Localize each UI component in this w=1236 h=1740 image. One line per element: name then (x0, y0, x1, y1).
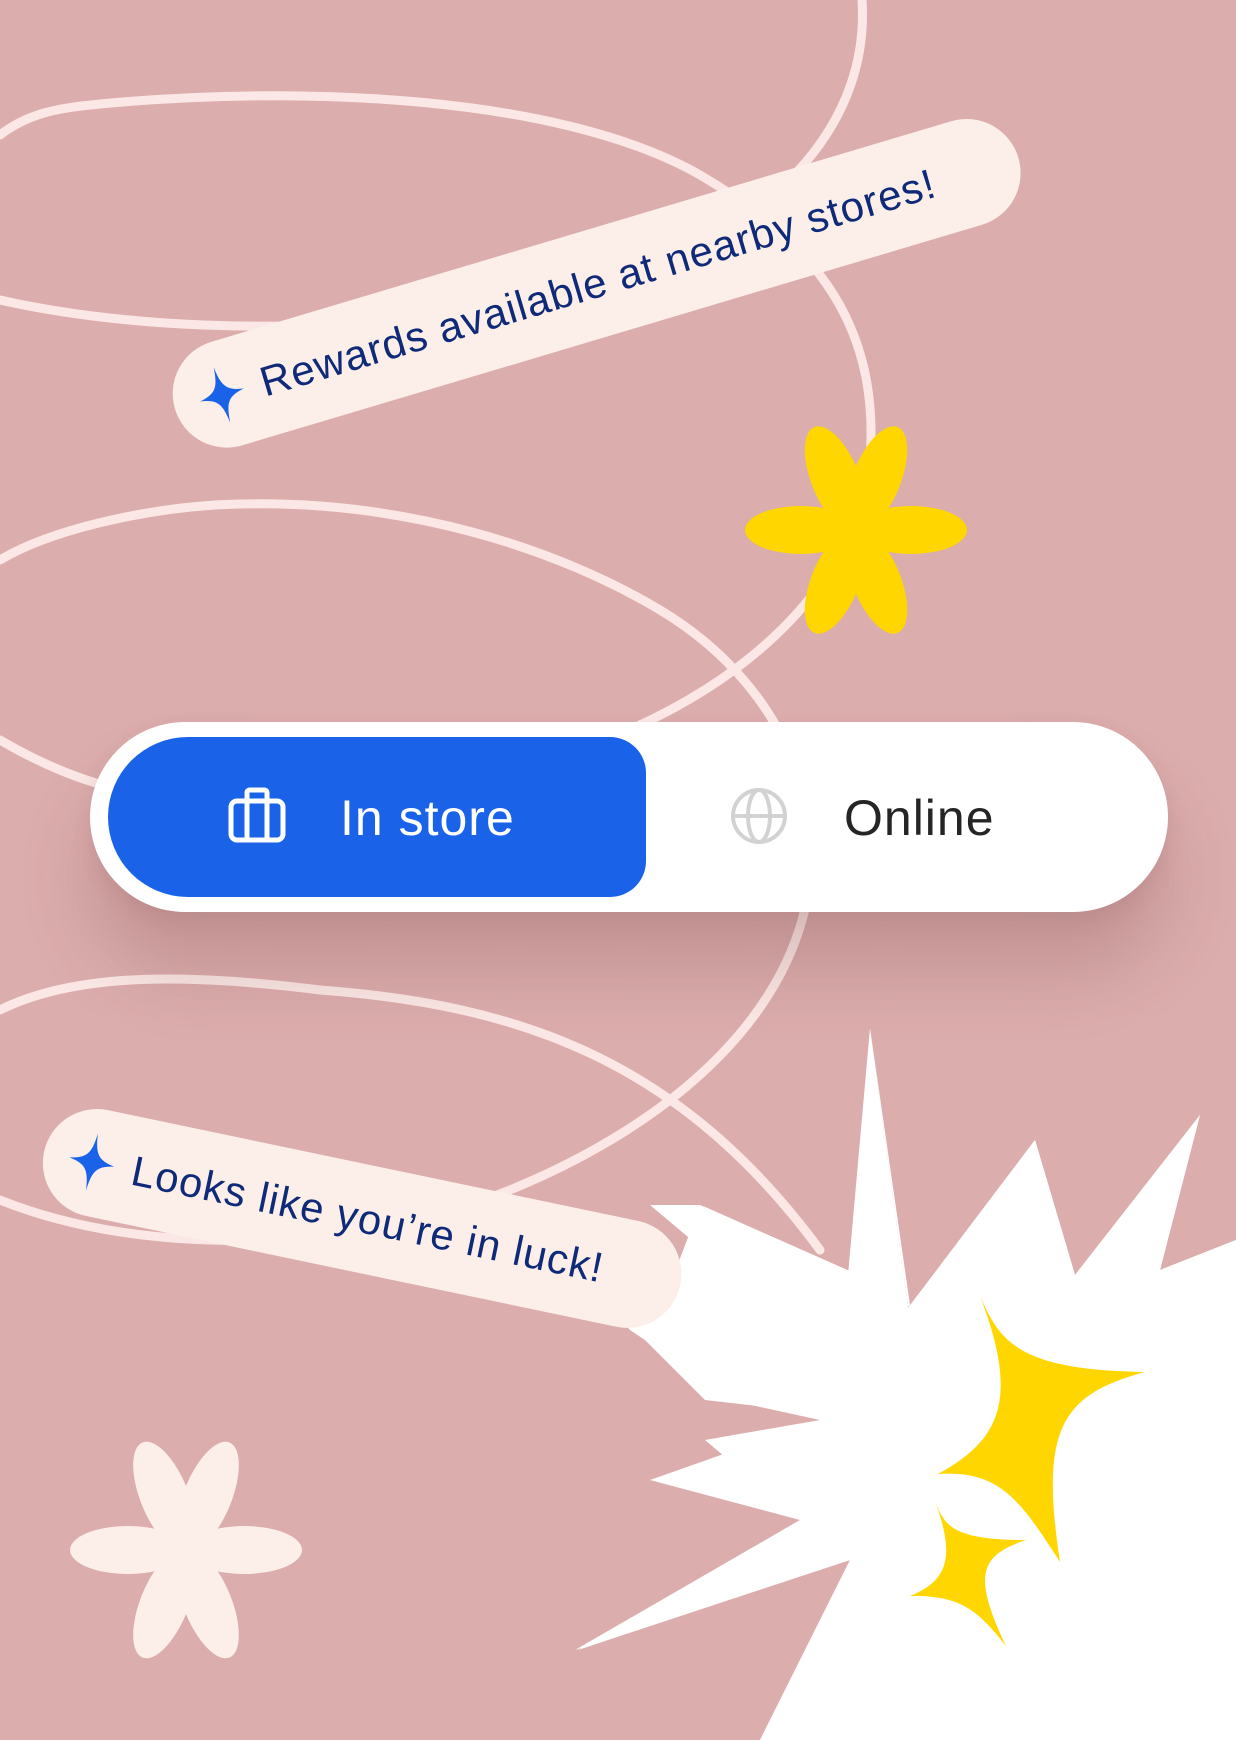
online-option[interactable]: Online (730, 737, 1150, 897)
sparkle-icon (199, 367, 244, 423)
channel-toggle: In store Online (90, 722, 1168, 912)
in-store-option[interactable]: In store (108, 737, 646, 897)
sparkle-icon (69, 1133, 115, 1191)
poster: Rewards available at nearby stores! Look… (0, 0, 1236, 1740)
online-label: Online (844, 790, 995, 846)
globe-icon (731, 788, 787, 844)
yellow-flower-icon (745, 426, 967, 634)
in-store-label: In store (340, 790, 515, 846)
starburst-core (578, 1028, 1236, 1740)
cream-flower-icon (70, 1441, 302, 1659)
briefcase-icon (228, 787, 286, 843)
